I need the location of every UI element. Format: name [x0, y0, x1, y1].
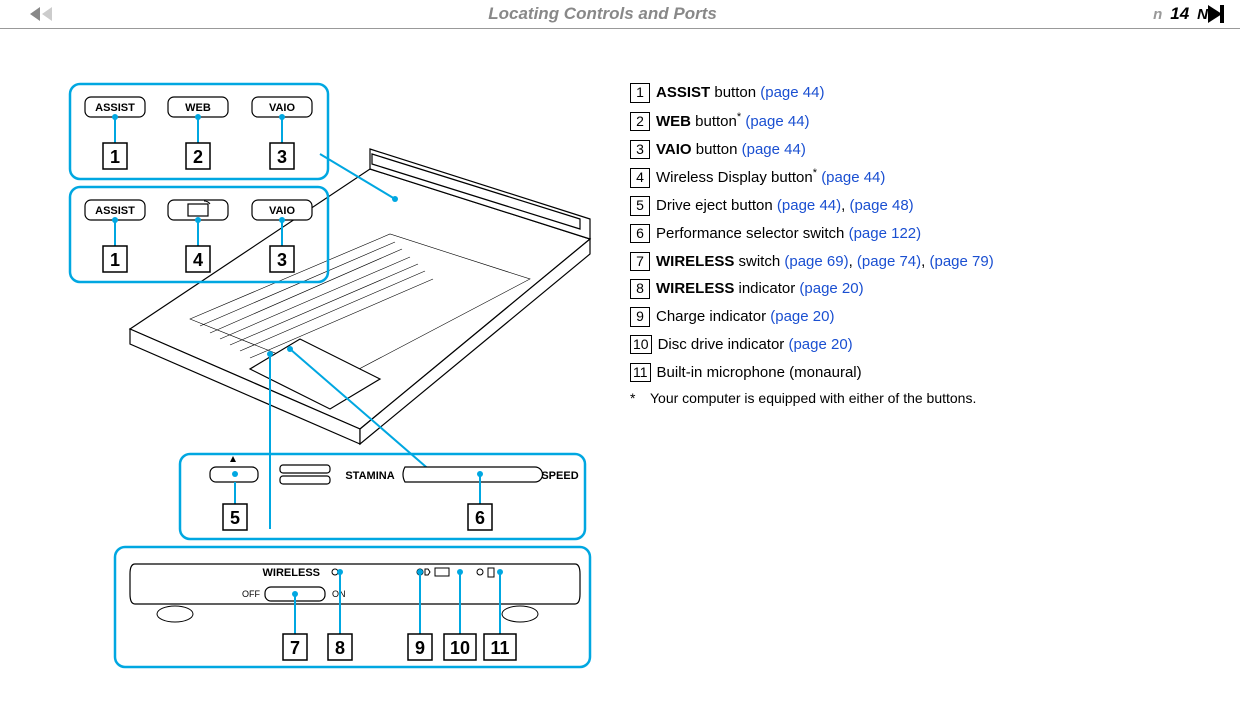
legend-number-box: 10	[630, 335, 652, 355]
page-link[interactable]: (page 122)	[849, 225, 922, 242]
nav-prev-icon	[30, 7, 40, 21]
nav-prev-group[interactable]	[30, 7, 52, 21]
legend-item: 6 Performance selector switch (page 122)	[630, 224, 1200, 244]
legend-text: Performance selector switch	[656, 225, 849, 242]
svg-text:8: 8	[335, 638, 345, 658]
nav-next-group[interactable]: N	[1197, 5, 1224, 23]
svg-text:2: 2	[193, 147, 203, 167]
svg-text:VAIO: VAIO	[269, 205, 296, 217]
svg-text:5: 5	[230, 508, 240, 528]
legend-bold-label: WEB	[656, 113, 691, 130]
legend-number-box: 5	[630, 196, 650, 216]
svg-text:SPEED: SPEED	[541, 470, 578, 482]
page-link[interactable]: (page 44)	[745, 113, 809, 130]
laptop-diagram: ASSIST WEB VAIO 1 2 3 ASSI	[60, 79, 600, 679]
legend-list: 1ASSIST button (page 44)2WEB button* (pa…	[630, 83, 1200, 382]
page-link[interactable]: (page 44)	[821, 169, 885, 186]
legend-text: Wireless Display button	[656, 169, 813, 186]
svg-text:ASSIST: ASSIST	[95, 205, 135, 217]
vaio-label: VAIO	[269, 102, 296, 114]
legend-number-box: 6	[630, 224, 650, 244]
svg-text:OFF: OFF	[242, 589, 260, 599]
legend-item: 2 WEB button* (page 44)	[630, 111, 1200, 132]
header-right: n 14 N	[1153, 4, 1224, 24]
legend-bold-label: WIRELESS	[656, 280, 734, 297]
legend-column: 1ASSIST button (page 44)2WEB button* (pa…	[630, 79, 1200, 679]
legend-text: button	[710, 84, 760, 101]
legend-text: switch	[734, 253, 784, 270]
laptop-illustration	[130, 149, 590, 444]
page-header: Locating Controls and Ports n 14 N	[0, 0, 1240, 29]
page-content: ASSIST WEB VAIO 1 2 3 ASSI	[0, 29, 1240, 699]
legend-number-box: 2	[630, 112, 650, 132]
legend-number-box: 8	[630, 279, 650, 299]
legend-text: Disc drive indicator	[658, 336, 789, 353]
page-title: Locating Controls and Ports	[488, 4, 717, 24]
svg-text:3: 3	[277, 250, 287, 270]
svg-text:4: 4	[193, 250, 203, 270]
legend-number-box: 4	[630, 168, 650, 188]
legend-item: 10 Disc drive indicator (page 20)	[630, 335, 1200, 355]
legend-item: 7WIRELESS switch (page 69), (page 74), (…	[630, 252, 1200, 272]
legend-number-box: 3	[630, 140, 650, 160]
page-link[interactable]: (page 44)	[760, 84, 824, 101]
svg-text:1: 1	[110, 250, 120, 270]
legend-superscript: *	[813, 167, 817, 179]
page-link[interactable]: (page 44)	[777, 197, 841, 214]
svg-text:1: 1	[110, 147, 120, 167]
page-link[interactable]: (page 20)	[770, 308, 834, 325]
legend-text: Drive eject button	[656, 197, 777, 214]
legend-bold-label: VAIO	[656, 141, 692, 158]
legend-item: 3 VAIO button (page 44)	[630, 140, 1200, 160]
figure-column: ASSIST WEB VAIO 1 2 3 ASSI	[60, 79, 600, 679]
legend-text: button	[691, 113, 737, 130]
legend-item: 8 WIRELESS indicator (page 20)	[630, 279, 1200, 299]
page-link[interactable]: (page 20)	[788, 336, 852, 353]
page-link[interactable]: (page 69)	[784, 253, 848, 270]
legend-item: 4 Wireless Display button* (page 44)	[630, 167, 1200, 188]
svg-text:STAMINA: STAMINA	[345, 470, 394, 482]
legend-number-box: 9	[630, 307, 650, 327]
legend-text: Built-in microphone (monaural)	[657, 364, 862, 381]
page-link[interactable]: (page 20)	[799, 280, 863, 297]
assist-label: ASSIST	[95, 102, 135, 114]
page-link[interactable]: (page 44)	[742, 141, 806, 158]
legend-text: button	[692, 141, 742, 158]
svg-text:3: 3	[277, 147, 287, 167]
panel-top: ASSIST WEB VAIO 1 2 3	[85, 97, 312, 169]
svg-text:7: 7	[290, 638, 300, 658]
legend-item: 9 Charge indicator (page 20)	[630, 307, 1200, 327]
svg-text:WIRELESS: WIRELESS	[263, 567, 320, 579]
page-link[interactable]: (page 48)	[849, 197, 913, 214]
nav-letter: n	[1153, 6, 1162, 23]
nav-prev-icon-2	[42, 7, 52, 21]
page-number: 14	[1170, 4, 1189, 24]
legend-text: indicator	[734, 280, 799, 297]
legend-number-box: 1	[630, 83, 650, 103]
legend-superscript: *	[737, 111, 741, 123]
nav-next-bar-icon	[1220, 5, 1224, 23]
panel-perf: STAMINA SPEED 5 6	[210, 456, 579, 530]
footnote: *Your computer is equipped with either o…	[630, 390, 1200, 406]
svg-text:10: 10	[450, 638, 470, 658]
svg-text:6: 6	[475, 508, 485, 528]
nav-letter-n: N	[1197, 6, 1208, 23]
svg-text:11: 11	[490, 638, 509, 658]
svg-text:9: 9	[415, 638, 425, 658]
legend-item: 11 Built-in microphone (monaural)	[630, 363, 1200, 383]
legend-text: Charge indicator	[656, 308, 770, 325]
legend-bold-label: WIRELESS	[656, 253, 734, 270]
web-label: WEB	[185, 102, 211, 114]
legend-item: 1 ASSIST button (page 44)	[630, 83, 1200, 103]
legend-number-box: 7	[630, 252, 650, 272]
page-link[interactable]: (page 74)	[857, 253, 921, 270]
legend-item: 5Drive eject button (page 44), (page 48)	[630, 196, 1200, 216]
legend-bold-label: ASSIST	[656, 84, 710, 101]
panel-front: WIRELESS OFF ON	[130, 564, 580, 660]
legend-number-box: 11	[630, 363, 651, 383]
svg-text:ON: ON	[332, 589, 346, 599]
page-link[interactable]: (page 79)	[929, 253, 993, 270]
